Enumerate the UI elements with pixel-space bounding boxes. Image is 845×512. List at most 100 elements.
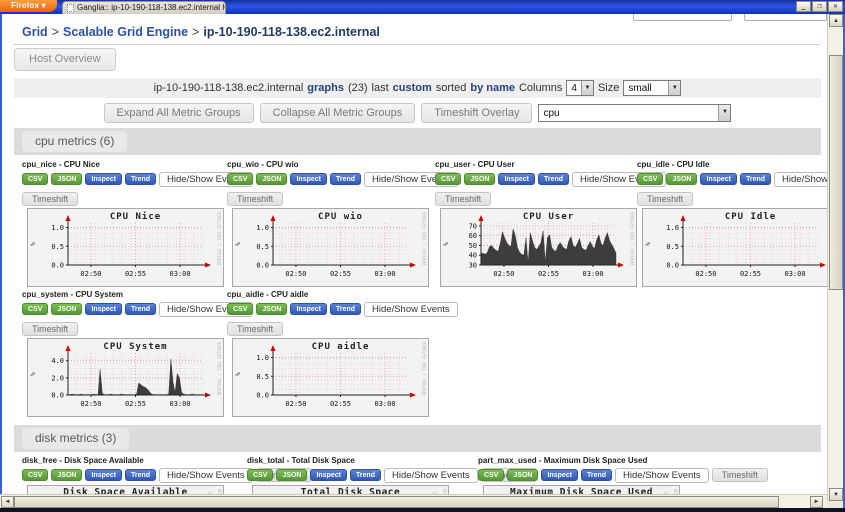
trend-button[interactable]: Trend (740, 173, 771, 185)
inspect-button[interactable]: Inspect (85, 303, 122, 315)
graph-actions: CSVJSONInspectTrendHide/Show Events (22, 301, 224, 317)
json-button[interactable]: JSON (666, 173, 697, 185)
scroll-down-button[interactable]: ▼ (829, 488, 843, 501)
inspect-button[interactable]: Inspect (290, 303, 327, 315)
metric-group-select[interactable]: cpu ▼ (538, 104, 731, 122)
csv-button[interactable]: CSV (22, 173, 48, 185)
rrd-graph-disk_free[interactable]: Disk Space AvailableRRDTOOL / TOBI OETIK… (27, 485, 224, 494)
cutoff-input-box[interactable] (744, 14, 827, 21)
trend-button[interactable]: Trend (581, 469, 612, 481)
restore-button[interactable]: ❐ (812, 1, 827, 12)
inspect-button[interactable]: Inspect (541, 469, 578, 481)
trend-button[interactable]: Trend (350, 469, 381, 481)
inspect-button[interactable]: Inspect (700, 173, 737, 185)
cutoff-input-box[interactable] (633, 14, 732, 21)
csv-button[interactable]: CSV (478, 469, 504, 481)
inspect-button[interactable]: Inspect (85, 173, 122, 185)
timeshift-button[interactable]: Timeshift (22, 322, 78, 336)
rrd-graph-cpu_system[interactable]: 0.02.04.002:5002:5503:00CPU System%RRDTO… (27, 338, 224, 417)
rrd-graph-title: Maximum Disk Space Used (484, 486, 679, 494)
trend-button[interactable]: Trend (125, 303, 156, 315)
size-select[interactable]: small ▼ (623, 80, 681, 96)
json-button[interactable]: JSON (51, 469, 82, 481)
graph-cell-disk_total: disk_total - Total Disk SpaceCSVJSONInsp… (247, 456, 473, 494)
trend-button[interactable]: Trend (330, 173, 361, 185)
rrd-graph-part_max_used[interactable]: Maximum Disk Space UsedRRDTOOL / TOBI OE… (483, 485, 680, 494)
svg-text:CPU Idle: CPU Idle (725, 212, 776, 222)
scroll-right-button[interactable]: ► (810, 496, 823, 508)
rrd-graph-cpu_idle[interactable]: 0.00.51.002:5002:5503:00CPU Idle%RRDTOOL… (642, 208, 827, 287)
host-overview-tab[interactable]: Host Overview (14, 48, 116, 71)
inspect-button[interactable]: Inspect (310, 469, 347, 481)
hide-show-events-button[interactable]: Hide/Show Events (774, 172, 827, 187)
browser-tab[interactable]: Ganglia:: ip-10-190-118-138.ec2.internal… (62, 1, 226, 14)
timeshift-button[interactable]: Timeshift (227, 192, 283, 206)
json-button[interactable]: JSON (51, 173, 82, 185)
svg-text:02:55: 02:55 (740, 270, 761, 278)
section-header-cpu: cpu metrics (6) (14, 128, 821, 155)
json-button[interactable]: JSON (51, 303, 82, 315)
rrd-graph-cpu_aidle[interactable]: 0.00.51.002:5002:5503:00CPU aidle%RRDTOO… (232, 338, 429, 417)
hide-show-events-button[interactable]: Hide/Show Events (615, 468, 709, 483)
csv-button[interactable]: CSV (637, 173, 663, 185)
hide-show-events-button[interactable]: Hide/Show Events (384, 468, 478, 483)
inspect-button[interactable]: Inspect (290, 173, 327, 185)
section-title-cpu[interactable]: cpu metrics (6) (22, 131, 127, 152)
json-button[interactable]: JSON (256, 173, 287, 185)
csv-button[interactable]: CSV (227, 303, 253, 315)
info-bar: ip-10-190-118-138.ec2.internal graphs (2… (14, 78, 821, 98)
csv-button[interactable]: CSV (227, 173, 253, 185)
close-button[interactable]: ✕ (828, 1, 843, 12)
timeshift-row: Timeshift (22, 189, 224, 206)
json-button[interactable]: JSON (256, 303, 287, 315)
rrd-graph-cpu_user[interactable]: 304050607002:5002:5503:00CPU User%RRDTOO… (440, 208, 637, 287)
v-scrollbar[interactable]: ▲ ▼ (827, 14, 843, 501)
v-scroll-thumb[interactable] (829, 55, 843, 290)
timeshift-button[interactable]: Timeshift (712, 468, 768, 482)
by-name-link[interactable]: by name (470, 82, 515, 94)
timeshift-button[interactable]: Timeshift (227, 322, 283, 336)
trend-button[interactable]: Trend (125, 173, 156, 185)
trend-button[interactable]: Trend (125, 469, 156, 481)
hide-show-events-button[interactable]: Hide/Show Events (364, 302, 458, 317)
collapse-all-button[interactable]: Collapse All Metric Groups (260, 103, 416, 123)
rrd-graph-cpu_nice[interactable]: 0.00.51.002:5002:5503:00CPU Nice%RRDTOOL… (27, 208, 224, 287)
trend-button[interactable]: Trend (538, 173, 569, 185)
svg-text:4.0: 4.0 (51, 357, 64, 365)
breadcrumb-link-cluster[interactable]: Scalable Grid Engine (63, 25, 188, 39)
window-left-border (0, 14, 2, 508)
breadcrumb-link-grid[interactable]: Grid (22, 25, 48, 39)
timeshift-button[interactable]: Timeshift (435, 192, 491, 206)
metric-meta-label: cpu_aidle - CPU aidle (227, 290, 429, 299)
inspect-button[interactable]: Inspect (498, 173, 535, 185)
graphs-link[interactable]: graphs (307, 82, 344, 94)
minimize-button[interactable]: _ (796, 1, 811, 12)
csv-button[interactable]: CSV (435, 173, 461, 185)
csv-button[interactable]: CSV (22, 303, 48, 315)
rrd-graph-disk_total[interactable]: Total Disk SpaceRRDTOOL / TOBI OETIKER (252, 485, 449, 494)
json-button[interactable]: JSON (507, 469, 538, 481)
custom-link[interactable]: custom (393, 82, 432, 94)
breadcrumb: Grid>Scalable Grid Engine>ip-10-190-118-… (22, 25, 380, 39)
section-title-disk[interactable]: disk metrics (3) (22, 428, 129, 449)
scroll-left-button[interactable]: ◄ (1, 496, 14, 508)
trend-button[interactable]: Trend (330, 303, 361, 315)
hide-show-events-button[interactable]: Hide/Show Events (159, 468, 253, 483)
firefox-menu-button[interactable]: Firefox ▾ (0, 0, 57, 12)
timeshift-button[interactable]: Timeshift (22, 192, 78, 206)
rrd-graph-cpu_wio[interactable]: 0.00.51.002:5002:5503:00CPU wio%RRDTOOL … (232, 208, 429, 287)
expand-all-button[interactable]: Expand All Metric Groups (104, 103, 254, 123)
h-scrollbar[interactable]: ◄ ► (0, 494, 827, 508)
csv-button[interactable]: CSV (247, 469, 273, 481)
timeshift-button[interactable]: Timeshift (637, 192, 693, 206)
json-button[interactable]: JSON (464, 173, 495, 185)
scroll-up-button[interactable]: ▲ (829, 14, 843, 27)
csv-button[interactable]: CSV (22, 469, 48, 481)
columns-select[interactable]: 4 ▼ (566, 80, 594, 96)
h-scroll-thumb[interactable] (14, 496, 779, 508)
timeshift-overlay-button[interactable]: Timeshift Overlay (421, 103, 532, 123)
inspect-button[interactable]: Inspect (85, 469, 122, 481)
json-button[interactable]: JSON (276, 469, 307, 481)
svg-text:60: 60 (469, 232, 477, 240)
window-controls: _ ❐ ✕ (796, 1, 843, 12)
